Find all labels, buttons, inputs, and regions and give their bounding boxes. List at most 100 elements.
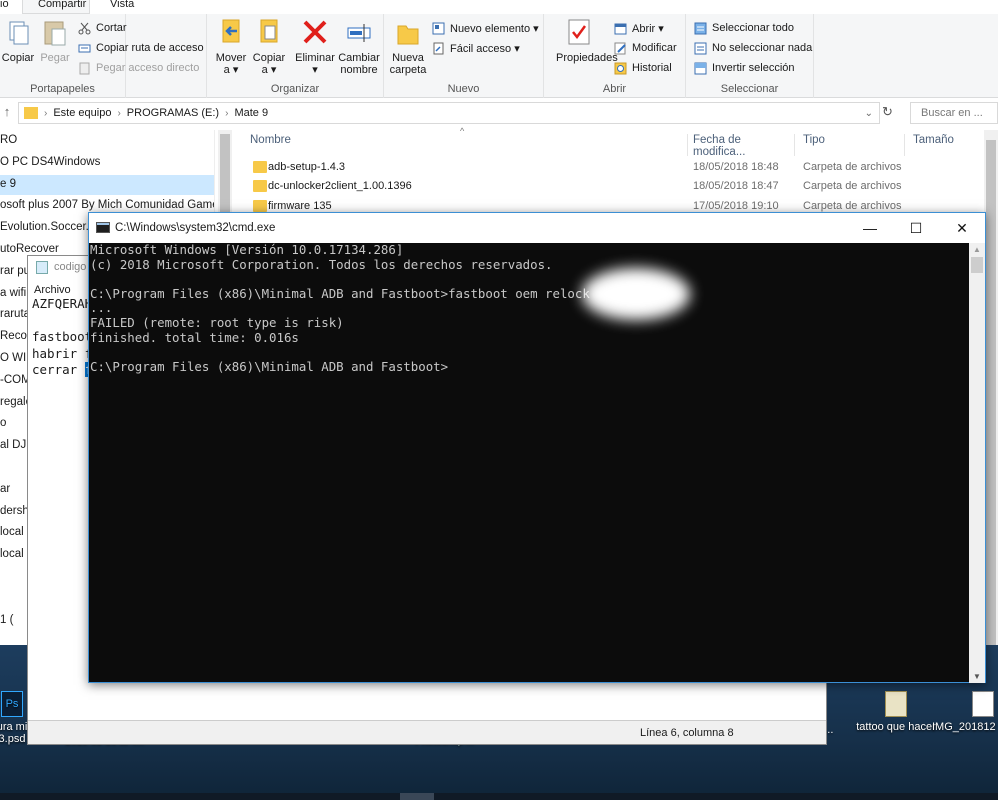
propiedades-button[interactable]: Propiedades	[556, 18, 618, 64]
file-scrollbar[interactable]	[984, 130, 998, 660]
paste-shortcut-icon	[78, 62, 91, 75]
taskbar-item[interactable]	[400, 793, 434, 800]
file-row[interactable]: adb-setup-1.4.3 18/05/2018 18:48 Carpeta d…	[250, 159, 998, 178]
abrir-button[interactable]: Abrir ▾	[614, 19, 664, 37]
column-tamano[interactable]: Tamaño	[905, 134, 985, 156]
cortar-button[interactable]: Cortar	[78, 19, 127, 37]
invert-selection-icon	[694, 62, 707, 75]
column-nombre[interactable]: Nombre	[242, 134, 688, 156]
scroll-thumb[interactable]	[971, 257, 983, 273]
cmd-line	[90, 345, 971, 360]
breadcrumb-este-equipo[interactable]: Este equipo	[53, 107, 111, 119]
file-name: adb-setup-1.4.3	[268, 161, 346, 173]
scissors-icon	[78, 22, 91, 35]
new-folder-icon	[394, 18, 422, 48]
chevron-right-icon: ›	[225, 107, 229, 119]
pegar-acceso-button[interactable]: Pegar acceso directo	[78, 59, 199, 77]
menu-archivo[interactable]: Archivo	[34, 284, 71, 296]
group-label-nuevo: Nuevo	[447, 83, 480, 95]
search-input[interactable]: Buscar en ...	[910, 102, 998, 124]
cmd-line: ...	[90, 300, 113, 316]
minimize-button[interactable]: —	[847, 213, 893, 243]
new-item-icon	[432, 22, 445, 35]
facil-acceso-button[interactable]: Fácil acceso ▾	[432, 39, 520, 57]
select-none-icon	[694, 42, 707, 55]
tab-vista[interactable]: Vista	[110, 0, 134, 10]
photoshop-icon: Ps	[1, 691, 23, 717]
folder-icon	[253, 161, 267, 173]
sidebar-item[interactable]: RO	[0, 131, 214, 151]
ribbon-tabs: io Compartir Vista	[0, 0, 998, 14]
pegar-button[interactable]: Pegar	[33, 18, 77, 64]
scroll-down-icon[interactable]: ▼	[973, 672, 981, 681]
group-seleccionar: Seleccionar todo No seleccionar nada Inv…	[686, 14, 814, 98]
invertir-seleccion-button[interactable]: Invertir selección	[694, 59, 795, 77]
refresh-icon[interactable]: ↻	[882, 104, 893, 120]
modificar-button[interactable]: Modificar	[614, 39, 677, 57]
copy-icon	[4, 18, 32, 48]
up-arrow-icon[interactable]: ↑	[0, 104, 14, 119]
cambiar-nombre-button[interactable]: Cambiar nombre	[337, 18, 381, 76]
notepad-text-area[interactable]: AZFQERAH fastboot habrir f cerrar f	[32, 296, 93, 379]
open-icon	[614, 22, 627, 35]
tab-compartir[interactable]: Compartir	[22, 0, 90, 14]
move-to-icon	[217, 18, 245, 48]
folder-icon	[885, 691, 907, 717]
address-bar[interactable]: › Este equipo › PROGRAMAS (E:) › Mate 9 …	[18, 102, 880, 124]
eliminar-button[interactable]: Eliminar ▾	[293, 18, 337, 76]
folder-icon	[253, 199, 267, 212]
nueva-carpeta-button[interactable]: Nueva carpeta	[386, 18, 430, 76]
breadcrumb-programas[interactable]: PROGRAMAS (E:)	[127, 107, 219, 119]
group-label-seleccionar: Seleccionar	[720, 83, 779, 95]
group-organizar: Mover a ▾ Copiar a ▾ Eliminar ▾ Cambiar nom…	[206, 14, 384, 98]
notepad-icon	[36, 261, 48, 274]
chevron-right-icon: ›	[44, 107, 48, 119]
desktop-icon-tattoo[interactable]: tattoo que hacer	[846, 691, 946, 733]
file-type: Carpeta de archivos	[803, 180, 902, 193]
cmd-line: (c) 2018 Microsoft Corporation. Todos lo…	[90, 256, 553, 272]
file-type: Carpeta de archivos	[803, 161, 902, 173]
cmd-scrollbar[interactable]: ▲ ▼	[969, 243, 985, 683]
file-type: Carpeta de archivos	[803, 199, 902, 212]
cmd-title-bar[interactable]: C:\Windows\system32\cmd.exe — ☐ ✕	[89, 213, 985, 243]
easy-access-icon	[432, 42, 445, 55]
taskbar	[0, 793, 998, 800]
chevron-down-icon[interactable]: ⌄	[865, 108, 873, 119]
cmd-line: C:\Program Files (x86)\Minimal ADB and F…	[90, 358, 449, 374]
no-seleccionar-button[interactable]: No seleccionar nada	[694, 39, 812, 57]
group-portapapeles: Copiar Pegar Cortar Copiar ruta de acces…	[0, 14, 204, 98]
paste-icon	[41, 18, 69, 48]
file-date: 17/05/2018 19:10	[693, 199, 779, 212]
cmd-title: C:\Windows\system32\cmd.exe	[115, 222, 276, 234]
tab-inicio[interactable]: io	[0, 0, 9, 10]
group-abrir: Propiedades Abrir ▾ Modificar Historial …	[544, 14, 686, 98]
column-fecha[interactable]: Fecha de modifica...	[685, 134, 795, 158]
copiar-a-button[interactable]: Copiar a ▾	[247, 18, 291, 76]
notepad-status-bar: Línea 6, columna 8	[28, 720, 826, 744]
nuevo-elemento-button[interactable]: Nuevo elemento ▾	[432, 19, 539, 37]
column-tipo[interactable]: Tipo	[795, 134, 905, 156]
cmd-line: C:\Program Files (x86)\Minimal ADB and F…	[90, 285, 590, 301]
folder-icon	[24, 107, 38, 119]
file-row[interactable]: dc-unlocker2client_1.00.1396 18/05/2018 1…	[250, 178, 998, 197]
close-button[interactable]: ✕	[939, 213, 985, 243]
file-name: dc-unlocker2client_1.00.1396	[268, 180, 412, 193]
scroll-up-icon[interactable]: ▲	[973, 245, 981, 254]
sidebar-item[interactable]: O PC DS4Windows	[0, 153, 214, 173]
cmd-line	[90, 272, 971, 287]
historial-button[interactable]: Historial	[614, 59, 672, 77]
rename-icon	[345, 18, 373, 48]
address-bar-row: ↑ › Este equipo › PROGRAMAS (E:) › Mate …	[0, 100, 998, 126]
desktop-icon-img[interactable]: IMG_201812	[932, 691, 998, 733]
seleccionar-todo-button[interactable]: Seleccionar todo	[694, 19, 794, 37]
edit-icon	[614, 42, 627, 55]
ribbon: Copiar Pegar Cortar Copiar ruta de acces…	[0, 14, 998, 98]
sidebar-item[interactable]: e 9	[0, 174, 214, 195]
properties-icon	[565, 18, 593, 48]
copiar-ruta-button[interactable]: Copiar ruta de acceso	[78, 39, 204, 57]
maximize-button[interactable]: ☐	[893, 213, 939, 243]
file-date: 18/05/2018 18:48	[693, 161, 779, 173]
image-file-icon	[972, 691, 994, 717]
breadcrumb-mate-9[interactable]: Mate 9	[234, 107, 268, 119]
cmd-output[interactable]: Microsoft Windows [Versión 10.0.17134.28…	[89, 243, 971, 683]
